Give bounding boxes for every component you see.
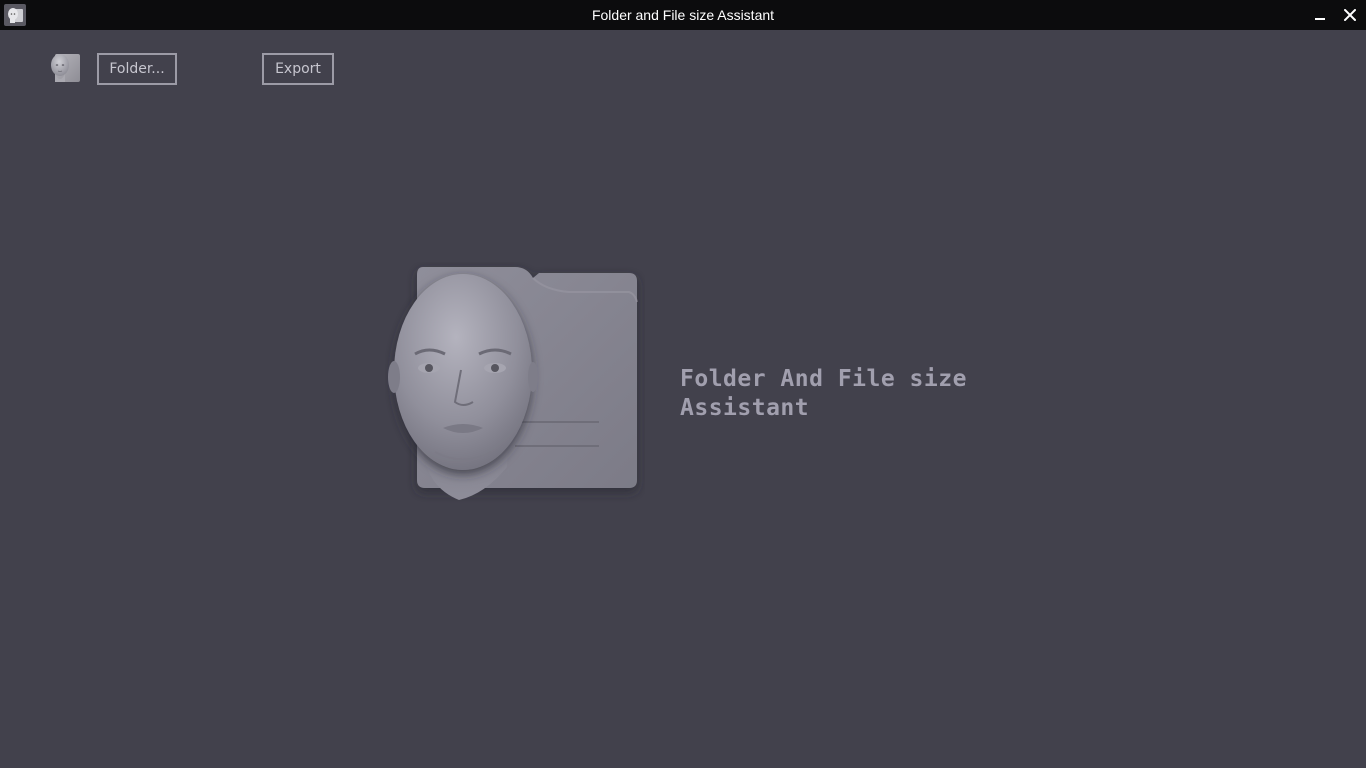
minimize-icon: [1315, 18, 1325, 20]
close-button[interactable]: [1334, 0, 1366, 30]
app-window: Folder and File size Assistant Folder...…: [0, 0, 1366, 768]
title-bar[interactable]: Folder and File size Assistant: [0, 0, 1366, 30]
toolbar-logo-icon: [45, 52, 81, 84]
minimize-button[interactable]: [1304, 0, 1336, 30]
window-title: Folder and File size Assistant: [591, 7, 775, 23]
app-name-heading: Folder And File size Assistant: [680, 366, 967, 421]
hero-logo-icon: [385, 262, 645, 507]
export-button[interactable]: Export: [262, 53, 334, 85]
close-icon: [1344, 9, 1356, 21]
folder-button[interactable]: Folder...: [97, 53, 177, 85]
